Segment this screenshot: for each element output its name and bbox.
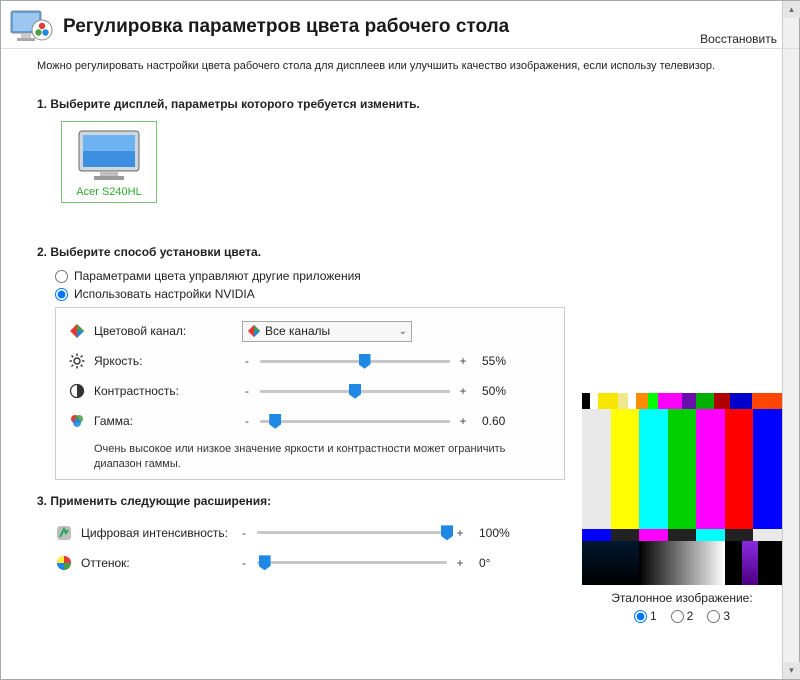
contrast-value: 50% bbox=[482, 384, 536, 398]
vibrance-slider[interactable] bbox=[257, 524, 447, 542]
channel-dropdown[interactable]: Все каналы ⌄ bbox=[242, 321, 412, 342]
radio-nvidia-label: Использовать настройки NVIDIA bbox=[74, 287, 255, 301]
minus-icon: - bbox=[239, 556, 249, 570]
brightness-slider[interactable] bbox=[260, 352, 450, 370]
page-title: Регулировка параметров цвета рабочего ст… bbox=[63, 16, 509, 38]
display-name: Acer S240HL bbox=[76, 186, 142, 198]
hue-value: 0° bbox=[479, 556, 533, 570]
scroll-down-button[interactable]: ▾ bbox=[783, 662, 800, 679]
gamma-hint: Очень высокое или низкое значение яркост… bbox=[94, 442, 552, 471]
plus-icon: + bbox=[458, 384, 468, 398]
contrast-label: Контрастность: bbox=[94, 384, 234, 398]
monitor-icon bbox=[76, 128, 142, 182]
channel-label: Цветовой канал: bbox=[94, 324, 234, 338]
contrast-slider[interactable] bbox=[260, 382, 450, 400]
minus-icon: - bbox=[242, 354, 252, 368]
plus-icon: + bbox=[455, 556, 465, 570]
display-tile[interactable]: Acer S240HL bbox=[61, 121, 157, 203]
reference-radio-2[interactable]: 2 bbox=[671, 609, 694, 623]
section-2-title: 2. Выберите способ установки цвета. bbox=[37, 245, 760, 259]
contrast-icon bbox=[68, 382, 86, 400]
vibrance-value: 100% bbox=[479, 526, 533, 540]
plus-icon: + bbox=[458, 414, 468, 428]
brightness-value: 55% bbox=[482, 354, 536, 368]
minus-icon: - bbox=[242, 414, 252, 428]
plus-icon: + bbox=[455, 526, 465, 540]
radio-nvidia[interactable]: Использовать настройки NVIDIA bbox=[55, 287, 760, 301]
restore-link[interactable]: Восстановить bbox=[700, 32, 777, 46]
gamma-value: 0.60 bbox=[482, 414, 536, 428]
page-header: Регулировка параметров цвета рабочего ст… bbox=[1, 1, 799, 49]
radio-other-apps-label: Параметрами цвета управляют другие прило… bbox=[74, 269, 361, 283]
header-icon bbox=[9, 9, 57, 45]
minus-icon: - bbox=[239, 526, 249, 540]
reference-image bbox=[582, 393, 782, 585]
reference-radio-3[interactable]: 3 bbox=[707, 609, 730, 623]
channel-selected: Все каналы bbox=[265, 324, 330, 338]
plus-icon: + bbox=[458, 354, 468, 368]
radio-other-apps[interactable]: Параметрами цвета управляют другие прило… bbox=[55, 269, 760, 283]
reference-radio-1[interactable]: 1 bbox=[634, 609, 657, 623]
vibrance-label: Цифровая интенсивность: bbox=[81, 526, 231, 540]
vertical-scrollbar[interactable]: ▴ ▾ bbox=[782, 1, 799, 679]
gamma-label: Гамма: bbox=[94, 414, 234, 428]
chevron-down-icon: ⌄ bbox=[399, 326, 407, 337]
color-panel: Цветовой канал: Все каналы ⌄ bbox=[55, 307, 565, 480]
reference-label: Эталонное изображение: bbox=[582, 591, 782, 605]
minus-icon: - bbox=[242, 384, 252, 398]
hue-slider[interactable] bbox=[257, 554, 447, 572]
gamma-slider[interactable] bbox=[260, 412, 450, 430]
brightness-label: Яркость: bbox=[94, 354, 234, 368]
vibrance-icon bbox=[55, 524, 73, 542]
channel-icon bbox=[68, 322, 86, 340]
section-1-title: 1. Выберите дисплей, параметры которого … bbox=[37, 97, 760, 111]
hue-icon bbox=[55, 554, 73, 572]
gamma-icon bbox=[68, 412, 86, 430]
intro-text: Можно регулировать настройки цвета рабоч… bbox=[37, 59, 760, 73]
hue-label: Оттенок: bbox=[81, 556, 231, 570]
brightness-icon bbox=[68, 352, 86, 370]
reference-block: Эталонное изображение: 1 2 3 bbox=[582, 393, 782, 623]
